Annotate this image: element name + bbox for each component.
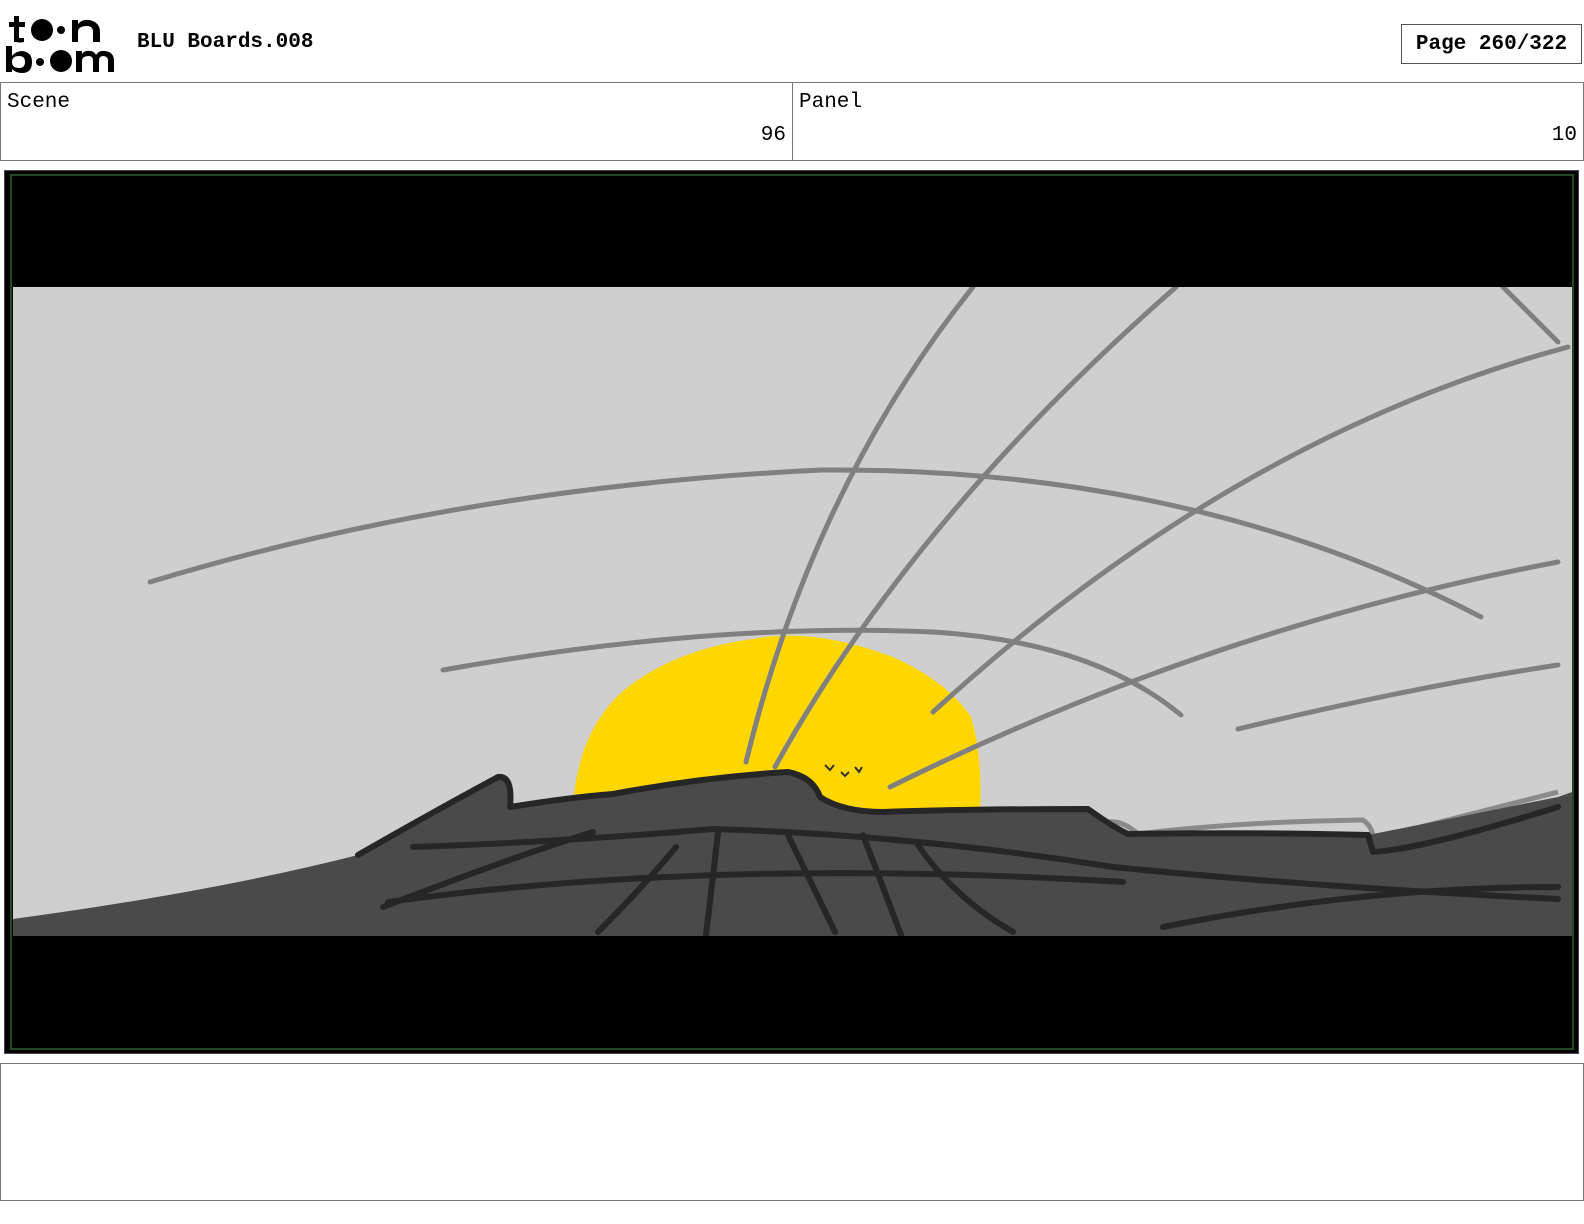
panel-label: Panel — [799, 91, 863, 114]
scene-number: 96 — [760, 124, 786, 147]
page-indicator: Page 260/322 — [1401, 24, 1582, 64]
toon-boom-logo — [6, 16, 114, 73]
document-title: BLU Boards.008 — [137, 31, 314, 54]
scene-cell: Scene 96 — [1, 83, 793, 160]
storyboard-panel-image — [13, 287, 1572, 936]
scene-panel-info-row: Scene 96 Panel 10 — [0, 82, 1584, 161]
panel-cell: Panel 10 — [793, 83, 1583, 160]
panel-number: 10 — [1551, 124, 1577, 147]
panel-notes-box — [0, 1063, 1584, 1201]
scene-label: Scene — [7, 91, 71, 114]
